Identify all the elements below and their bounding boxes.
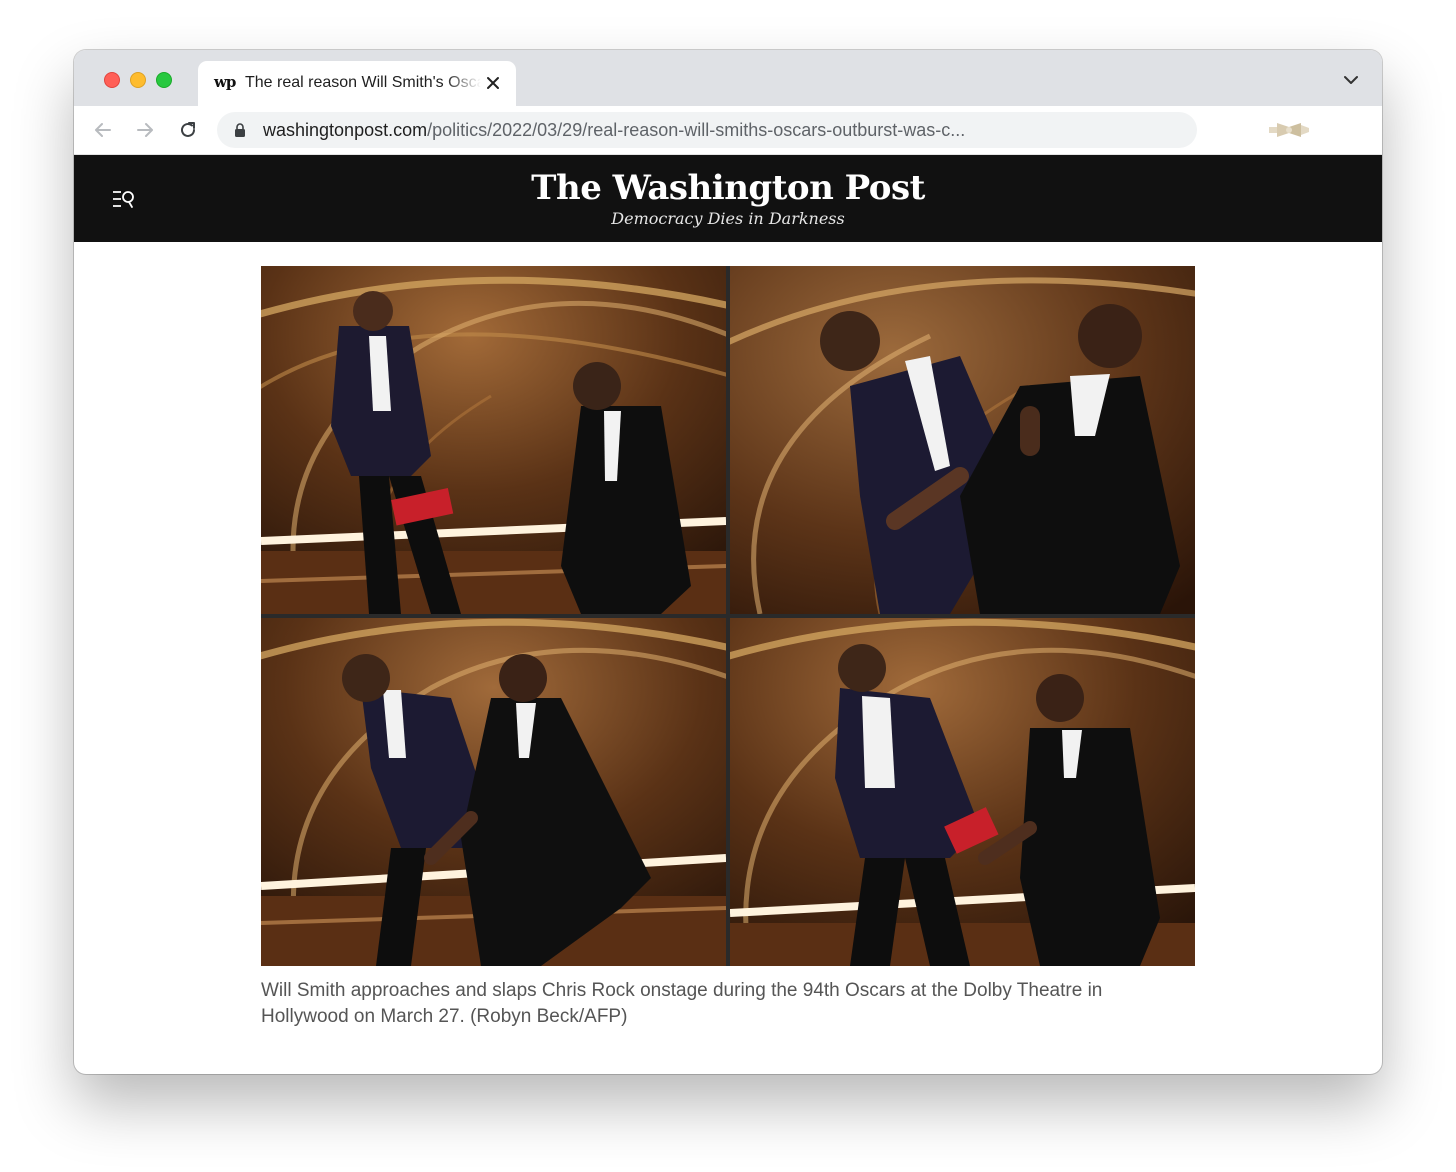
arrow-right-icon[interactable]	[135, 120, 155, 140]
close-icon[interactable]	[485, 75, 501, 91]
tagline: Democracy Dies in Darkness	[611, 209, 845, 228]
photo-caption: Will Smith approaches and slaps Chris Ro…	[261, 980, 1103, 1027]
zoom-window-button[interactable]	[156, 72, 172, 88]
photo-panel-1	[261, 266, 726, 614]
photo-panel-2	[730, 266, 1195, 614]
wp-favicon-icon: wp	[214, 73, 236, 91]
photo-grid	[261, 266, 1195, 966]
tab-strip: wp The real reason Will Smith's Oscars o…	[74, 50, 1382, 106]
tab-title: The real reason Will Smith's Oscars outb…	[245, 74, 481, 91]
close-window-button[interactable]	[104, 72, 120, 88]
address-bar[interactable]: washingtonpost.com/politics/2022/03/29/r…	[217, 112, 1197, 148]
url-text: washingtonpost.com/politics/2022/03/29/r…	[263, 120, 965, 141]
browser-window: wp The real reason Will Smith's Oscars o…	[74, 50, 1382, 1074]
masthead-logo[interactable]: The Washington Post	[74, 168, 1382, 208]
url-path: /politics/2022/03/29/real-reason-will-sm…	[427, 120, 966, 140]
lock-icon	[235, 123, 245, 137]
site-header: The Washington Post Democracy Dies in Da…	[74, 155, 1382, 242]
url-host: washingtonpost.com	[263, 120, 428, 140]
chevron-down-icon[interactable]	[1344, 75, 1358, 85]
arrow-left-icon[interactable]	[93, 120, 113, 140]
extension-icon[interactable]	[1267, 119, 1311, 141]
browser-tab-active[interactable]: wp The real reason Will Smith's Oscars o…	[198, 61, 516, 106]
photo-panel-3	[261, 618, 726, 966]
photo-panel-4	[730, 618, 1195, 966]
reload-icon[interactable]	[178, 120, 198, 140]
minimize-window-button[interactable]	[130, 72, 146, 88]
browser-toolbar: washingtonpost.com/politics/2022/03/29/r…	[74, 106, 1382, 155]
